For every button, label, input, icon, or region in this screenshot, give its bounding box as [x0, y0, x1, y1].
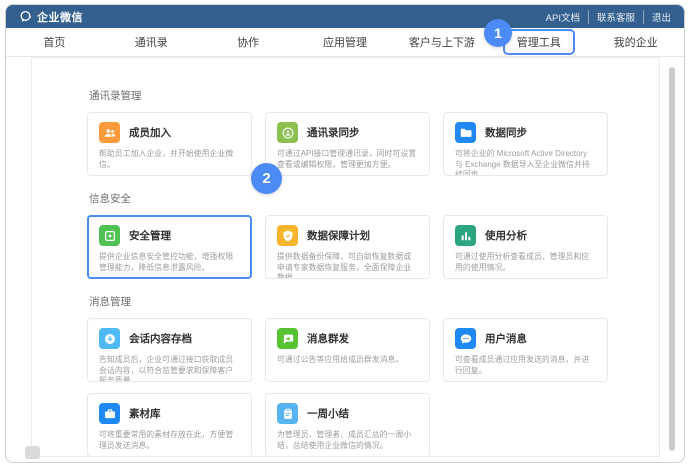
bottom-left-scroll-fragment [25, 446, 40, 459]
brand-name: 企业微信 [37, 9, 83, 25]
card-head: 用户消息 [455, 328, 596, 349]
card-grid: 安全管理提供企业信息安全管控功能，增强权限管理能力，降低信息泄露风险。数据保障计… [87, 215, 659, 279]
card-security[interactable]: 安全管理提供企业信息安全管控功能，增强权限管理能力，降低信息泄露风险。 [87, 215, 252, 279]
card-title: 安全管理 [129, 228, 171, 243]
card-contacts-sync[interactable]: 通讯录同步可通过API接口管理通讯录，同时可设置查看或编辑权限，管理更加方便。 [265, 112, 430, 176]
wecom-logo-icon [19, 10, 32, 23]
card-title: 数据保障计划 [307, 228, 370, 243]
main-nav: 首页 通讯录 协作 应用管理 客户与上下游 管理工具 我的企业 [6, 28, 684, 57]
nav-item-home[interactable]: 首页 [6, 31, 103, 53]
material-icon [99, 403, 120, 424]
card-desc: 帮助员工加入企业，并开始使用企业微信。 [99, 149, 240, 170]
card-usage-analytics[interactable]: 使用分析可通过使用分析查看成员、管理员和应用的使用情况。 [443, 215, 608, 279]
nav-label: 通讯录 [125, 31, 178, 53]
contacts-sync-icon [277, 122, 298, 143]
contact-support-link[interactable]: 联系客服 [588, 10, 635, 24]
data-protection-icon [277, 225, 298, 246]
nav-label: 我的企业 [604, 31, 668, 53]
card-user-message[interactable]: 用户消息可查看成员通过应用发送的消息，并进行回复。 [443, 318, 608, 382]
card-head: 会话内容存档 [99, 328, 240, 349]
security-icon [99, 225, 120, 246]
browser-frame: 企业微信 API文档 联系客服 退出 首页 通讯录 协作 应用管理 客户与上下游… [5, 4, 685, 463]
sections: 通讯录管理成员加入帮助员工加入企业，并开始使用企业微信。通讯录同步可通过API接… [87, 88, 659, 457]
logout-link[interactable]: 退出 [643, 10, 671, 24]
broadcast-icon [277, 328, 298, 349]
nav-label: 应用管理 [313, 31, 377, 53]
topbar-links: API文档 联系客服 退出 [546, 10, 671, 24]
section: 消息管理会话内容存档告知成员后，企业可通过接口获取成员会话内容，以符合监管要求和… [87, 294, 659, 457]
brand: 企业微信 [19, 9, 83, 25]
card-material[interactable]: 素材库可将重要常用的素材存放在此，方便管理员发送消息。 [87, 393, 252, 457]
card-desc: 可将企业的 Microsoft Active Directory 与 Excha… [455, 149, 596, 176]
card-head: 素材库 [99, 403, 240, 424]
section: 通讯录管理成员加入帮助员工加入企业，并开始使用企业微信。通讯录同步可通过API接… [87, 88, 659, 176]
card-head: 通讯录同步 [277, 122, 418, 143]
card-desc: 可将重要常用的素材存放在此，方便管理员发送消息。 [99, 430, 240, 451]
card-head: 消息群发 [277, 328, 418, 349]
card-title: 消息群发 [307, 331, 349, 346]
card-title: 用户消息 [485, 331, 527, 346]
nav-item-collaboration[interactable]: 协作 [200, 31, 297, 53]
card-head: 安全管理 [99, 225, 240, 246]
card-desc: 可通过公告等应用给成员群发消息。 [277, 355, 418, 366]
members-icon [99, 122, 120, 143]
card-broadcast[interactable]: 消息群发可通过公告等应用给成员群发消息。 [265, 318, 430, 382]
step-2-badge: 2 [251, 163, 282, 194]
user-message-icon [455, 328, 476, 349]
card-desc: 为管理员、管理者、成员汇总的一周小结，总结使用企业微信的情况。 [277, 430, 418, 451]
nav-label: 协作 [227, 31, 269, 53]
data-sync-icon [455, 122, 476, 143]
card-desc: 提供企业信息安全管控功能，增强权限管理能力，降低信息泄露风险。 [99, 252, 240, 273]
card-title: 素材库 [129, 406, 161, 421]
topbar: 企业微信 API文档 联系客服 退出 [6, 5, 684, 28]
card-title: 通讯录同步 [307, 125, 360, 140]
card-title: 成员加入 [129, 125, 171, 140]
card-data-sync[interactable]: 数据同步可将企业的 Microsoft Active Directory 与 E… [443, 112, 608, 176]
section-title: 消息管理 [89, 294, 659, 309]
card-grid: 成员加入帮助员工加入企业，并开始使用企业微信。通讯录同步可通过API接口管理通讯… [87, 112, 659, 176]
api-docs-link[interactable]: API文档 [546, 10, 580, 24]
card-desc: 告知成员后，企业可通过接口获取成员会话内容，以符合监管要求和保障客户服务质量。 [99, 355, 240, 382]
section-title: 通讯录管理 [89, 88, 659, 103]
card-title: 一周小结 [307, 406, 349, 421]
card-head: 一周小结 [277, 403, 418, 424]
card-title: 会话内容存档 [129, 331, 192, 346]
content-panel: 2 通讯录管理成员加入帮助员工加入企业，并开始使用企业微信。通讯录同步可通过AP… [31, 57, 660, 457]
card-data-protection[interactable]: 数据保障计划提供数据备份保障，可自助恢复数据或申请专家数据恢复服务，全面保障企业… [265, 215, 430, 279]
card-head: 数据同步 [455, 122, 596, 143]
nav-item-app-management[interactable]: 应用管理 [297, 31, 394, 53]
card-desc: 可查看成员通过应用发送的消息，并进行回复。 [455, 355, 596, 376]
step-1-badge: 1 [484, 19, 512, 47]
nav-label: 客户与上下游 [399, 31, 485, 53]
section-title: 信息安全 [89, 191, 659, 206]
nav-label: 管理工具 [503, 29, 575, 55]
weekly-icon [277, 403, 298, 424]
nav-item-my-company[interactable]: 我的企业 [587, 31, 684, 53]
card-head: 数据保障计划 [277, 225, 418, 246]
nav-label: 首页 [33, 31, 75, 53]
nav-item-contacts[interactable]: 通讯录 [103, 31, 200, 53]
card-desc: 可通过API接口管理通讯录，同时可设置查看或编辑权限，管理更加方便。 [277, 149, 418, 170]
card-desc: 可通过使用分析查看成员、管理员和应用的使用情况。 [455, 252, 596, 273]
card-members[interactable]: 成员加入帮助员工加入企业，并开始使用企业微信。 [87, 112, 252, 176]
card-head: 成员加入 [99, 122, 240, 143]
section: 信息安全安全管理提供企业信息安全管控功能，增强权限管理能力，降低信息泄露风险。数… [87, 191, 659, 279]
usage-analytics-icon [455, 225, 476, 246]
card-title: 使用分析 [485, 228, 527, 243]
vertical-scrollbar[interactable] [669, 67, 675, 451]
card-desc: 提供数据备份保障，可自助恢复数据或申请专家数据恢复服务，全面保障企业数据。 [277, 252, 418, 279]
card-grid: 会话内容存档告知成员后，企业可通过接口获取成员会话内容，以符合监管要求和保障客户… [87, 318, 659, 457]
card-archive[interactable]: 会话内容存档告知成员后，企业可通过接口获取成员会话内容，以符合监管要求和保障客户… [87, 318, 252, 382]
card-head: 使用分析 [455, 225, 596, 246]
archive-icon [99, 328, 120, 349]
card-weekly[interactable]: 一周小结为管理员、管理者、成员汇总的一周小结，总结使用企业微信的情况。 [265, 393, 430, 457]
card-title: 数据同步 [485, 125, 527, 140]
nav-item-customers[interactable]: 客户与上下游 [393, 31, 490, 53]
